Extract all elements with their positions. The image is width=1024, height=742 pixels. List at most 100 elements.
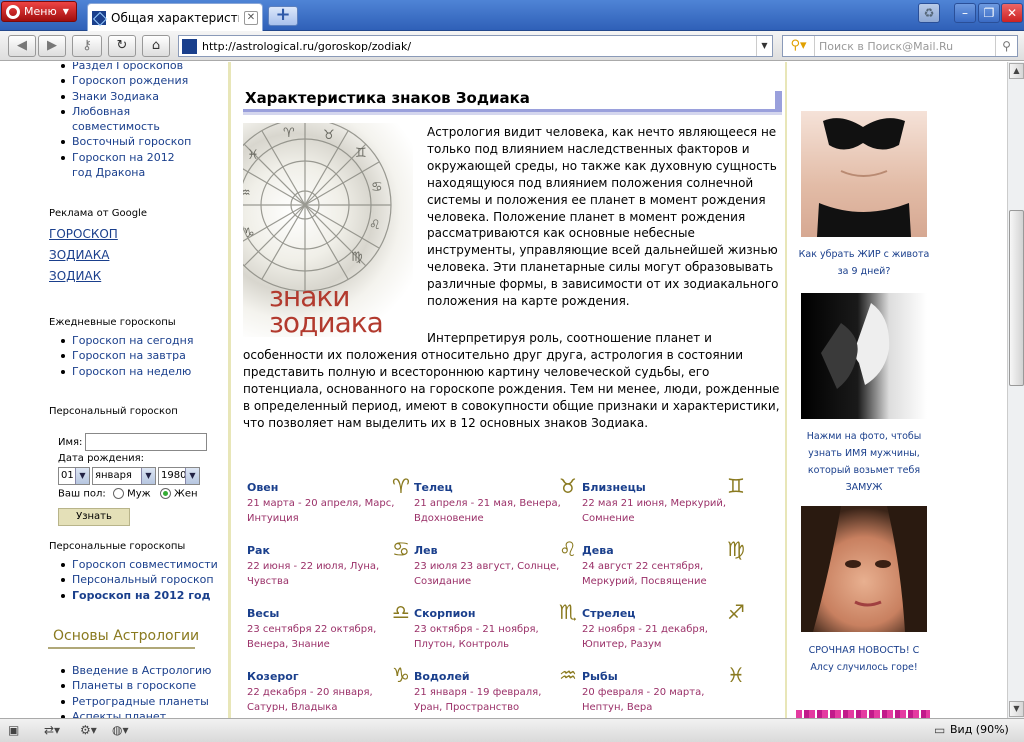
zodiac-sign-item[interactable]: Телец 21 апреля - 21 мая, Венера, Вдохнове… [414, 475, 579, 526]
list-item[interactable]: Восточный гороскоп [48, 134, 220, 149]
sign-name[interactable]: Скорпион [414, 605, 579, 622]
tab-active[interactable]: Общая характеристик... ✕ [87, 3, 263, 31]
back-button[interactable]: ◀ [8, 35, 36, 57]
ad-banner-partial[interactable] [796, 710, 930, 718]
list-item[interactable]: Планеты в гороскопе [48, 678, 220, 693]
zodiac-sign-item[interactable]: Скорпион 23 октября - 21 ноября, Плутон, К… [414, 601, 579, 652]
ad-image-kiss[interactable] [801, 293, 927, 419]
list-item[interactable]: Аспекты планет [48, 709, 220, 718]
year-select[interactable]: 1980 ▼ [158, 467, 200, 485]
turbo-icon[interactable]: ◍▾ [112, 722, 129, 738]
ad-image-face[interactable] [801, 506, 927, 632]
link-2012[interactable]: Гороскоп на 2012 год [72, 589, 210, 602]
sign-name[interactable]: Стрелец [582, 605, 747, 622]
zodiac-sign-item[interactable]: Стрелец 22 ноября - 21 декабря, Юпитер, Ра… [582, 601, 747, 652]
link-aspects[interactable]: Аспекты планет [72, 710, 166, 718]
zodiac-sign-item[interactable]: Козерог 22 декабря - 20 января, Сатурн, Вл… [247, 664, 412, 715]
zoom-level[interactable]: Вид (90%) [950, 722, 1009, 738]
list-item[interactable]: Знаки Зодиака [48, 89, 220, 104]
sign-name[interactable]: Весы [247, 605, 412, 622]
link-section-horoscopes[interactable]: Раздел Гороскопов [72, 62, 183, 72]
zodiac-sign-item[interactable]: Весы 23 сентября 22 октября, Венера, Знани… [247, 601, 412, 652]
ad-image-belly[interactable] [801, 111, 927, 237]
link-compat[interactable]: Гороскоп совместимости [72, 558, 218, 571]
sign-name[interactable]: Водолей [414, 668, 579, 685]
list-item[interactable]: Раздел Гороскопов [48, 62, 220, 73]
sign-name[interactable]: Лев [414, 542, 579, 559]
new-tab-button[interactable]: + [268, 6, 298, 26]
month-select[interactable]: января ▼ [92, 467, 156, 485]
list-item[interactable]: Гороскоп на 2012 год [48, 588, 220, 603]
day-select[interactable]: 01 ▼ [58, 467, 90, 485]
link-love-compat[interactable]: Любовная совместимость [72, 105, 160, 133]
vertical-scrollbar[interactable]: ▲ ▼ [1007, 62, 1024, 718]
find-button[interactable]: Узнать [58, 508, 130, 526]
ad-text[interactable]: Нажми на фото, чтобы узнать ИМЯ мужчины,… [796, 428, 932, 496]
chevron-down-icon[interactable]: ▼ [756, 36, 772, 56]
sign-name[interactable]: Телец [414, 479, 579, 496]
zodiac-sign-item[interactable]: Рыбы 20 февраля - 20 марта, Нептун, Вера ♓ [582, 664, 747, 715]
unite-icon[interactable]: ⚙▾ [80, 722, 97, 738]
search-box[interactable]: ⚲▾ Поиск в Поиск@Mail.Ru ⚲ [782, 35, 1018, 57]
list-item[interactable]: Гороскоп на 2012 год Дракона [48, 150, 198, 181]
link-intro[interactable]: Введение в Астрологию [72, 664, 211, 677]
close-window-button[interactable]: ✕ [1001, 3, 1023, 23]
sign-name[interactable]: Козерог [247, 668, 412, 685]
sign-name[interactable]: Дева [582, 542, 747, 559]
sync-icon[interactable]: ⇄▾ [44, 722, 60, 738]
scrollbar-thumb[interactable] [1009, 210, 1024, 386]
zodiac-sign-item[interactable]: Лев 23 июля 23 август, Солнце, Созидание ♌ [414, 538, 579, 589]
list-item[interactable]: Ретроградные планеты [48, 694, 220, 709]
link-birth-horoscope[interactable]: Гороскоп рождения [72, 74, 188, 87]
female-radio[interactable] [159, 488, 171, 499]
search-icon[interactable]: ⚲ [995, 36, 1017, 56]
forward-button[interactable]: ▶ [38, 35, 66, 57]
zodiac-sign-item[interactable]: Водолей 21 января - 19 февраля, Уран, Прос… [414, 664, 579, 715]
link-personal[interactable]: Персональный гороскоп [72, 573, 214, 586]
list-item[interactable]: Гороскоп на неделю [48, 364, 220, 379]
zodiac-sign-item[interactable]: Рак 22 июня - 22 июля, Луна, Чувства ♋ [247, 538, 412, 589]
minimize-button[interactable]: – [954, 3, 976, 23]
link-eastern-horoscope[interactable]: Восточный гороскоп [72, 135, 191, 148]
link-today[interactable]: Гороскоп на сегодня [72, 334, 193, 347]
sign-name[interactable]: Овен [247, 479, 412, 496]
ad-link[interactable]: ЗОДИАК [49, 266, 118, 287]
list-item[interactable]: Гороскоп на сегодня [48, 333, 220, 348]
ad-link[interactable]: ГОРОСКОП [49, 224, 118, 245]
zodiac-sign-item[interactable]: Близнецы 22 мая 21 июня, Меркурий, Сомнени… [582, 475, 747, 526]
close-tab-icon[interactable]: ✕ [244, 10, 258, 25]
sign-name[interactable]: Близнецы [582, 479, 747, 496]
ad-text[interactable]: Как убрать ЖИР с живота за 9 дней? [796, 246, 932, 280]
link-retro[interactable]: Ретроградные планеты [72, 695, 209, 708]
list-item[interactable]: Персональный гороскоп [48, 572, 220, 587]
list-item[interactable]: Гороскоп на завтра [48, 348, 220, 363]
male-radio[interactable] [112, 488, 124, 499]
name-field[interactable] [85, 433, 207, 451]
search-input[interactable]: Поиск в Поиск@Mail.Ru [815, 40, 995, 53]
list-item[interactable]: Введение в Астрологию [48, 663, 220, 678]
scroll-down-icon[interactable]: ▼ [1009, 701, 1024, 717]
zodiac-sign-item[interactable]: Дева 24 август 22 сентября, Меркурий, Посв… [582, 538, 747, 589]
key-icon[interactable]: ⚷ [72, 35, 102, 57]
list-item[interactable]: Любовная совместимость [48, 104, 198, 135]
list-item[interactable]: Гороскоп совместимости [48, 557, 220, 572]
sign-name[interactable]: Рак [247, 542, 412, 559]
sign-name[interactable]: Рыбы [582, 668, 747, 685]
maximize-button[interactable]: ❐ [978, 3, 1000, 23]
link-planets[interactable]: Планеты в гороскопе [72, 679, 196, 692]
link-2012-horoscope[interactable]: Гороскоп на 2012 год Дракона [72, 151, 175, 179]
link-tomorrow[interactable]: Гороскоп на завтра [72, 349, 186, 362]
link-week[interactable]: Гороскоп на неделю [72, 365, 191, 378]
reload-button[interactable]: ↻ [108, 35, 136, 57]
opera-menu-button[interactable]: Меню ▼ [1, 1, 77, 22]
link-zodiac-signs[interactable]: Знаки Зодиака [72, 90, 159, 103]
search-engine-icon[interactable]: ⚲▾ [783, 36, 815, 56]
address-bar[interactable]: http://astrological.ru/goroskop/zodiak/ … [178, 35, 773, 57]
trash-icon[interactable]: ♻ [918, 3, 940, 23]
scroll-up-icon[interactable]: ▲ [1009, 63, 1024, 79]
list-item[interactable]: Гороскоп рождения [48, 73, 220, 88]
ad-text[interactable]: СРОЧНАЯ НОВОСТЬ! С Алсу случилось горе! [796, 642, 932, 676]
panel-toggle-icon[interactable]: ▣ [8, 722, 19, 738]
home-button[interactable]: ⌂ [142, 35, 170, 57]
ad-link[interactable]: ЗОДИАКА [49, 245, 118, 266]
